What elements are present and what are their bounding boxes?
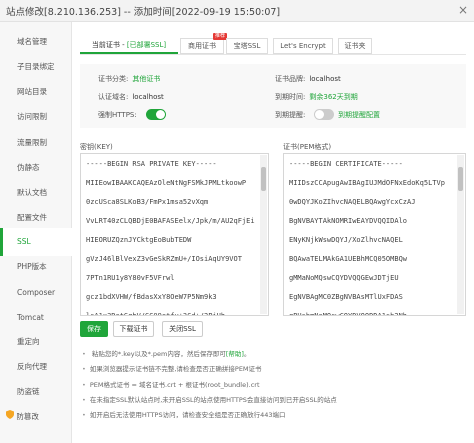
cert-type-value: 其他证书 xyxy=(132,75,161,83)
tip-port-443: 如开启后无法使用HTTPS访问，请检查安全组是否正确放行443端口 xyxy=(82,408,286,422)
cert-domain-row: 认证域名: localhost xyxy=(98,91,164,103)
key-label: 密钥(KEY) xyxy=(80,143,113,151)
force-https-label: 强制HTTPS: xyxy=(98,111,137,119)
sidebar-item-domain[interactable]: 域名管理 xyxy=(0,28,72,56)
key-line: 7PTn1RU1y8Y80vF5VFrwl xyxy=(86,274,175,282)
shield-icon xyxy=(6,403,14,431)
sidebar-item-rewrite[interactable]: 伪静态 xyxy=(0,154,72,182)
cert-expire-row: 到期时间: 剩余362天到期 xyxy=(275,91,358,103)
cert-line: BQAwaTELMAkGA1UEBhMCQ05OMBQw xyxy=(289,255,408,263)
key-line: 0zcUSca8SLKoB3/FmPx1msa52vXqm xyxy=(86,198,209,206)
tab-commercial-cert[interactable]: 商用证书 推荐 xyxy=(180,33,227,54)
tip-pem-format: PEM格式证书 = 域名证书.crt + 根证书(root_bundle).cr… xyxy=(82,378,260,392)
key-line: gVzJ46lBlVexZ3vGeSkRZmU+/IOsiAqUY9VOT xyxy=(86,255,242,263)
window-titlebar: 站点修改[8.210.136.253] -- 添加时间[2022-09-19 1… xyxy=(0,0,474,22)
sidebar-item-label: 防篡改 xyxy=(16,412,39,421)
close-ssl-button[interactable]: 关闭SSL xyxy=(162,321,203,337)
cert-label: 证书(PEM格式) xyxy=(283,143,332,151)
key-line: lsA1x3RetGqhV/GG09etfv+3Cd+/2PjHh xyxy=(86,312,226,316)
key-line: HIEORUZQznJYCktgEoBubTEDW xyxy=(86,236,192,244)
ssl-status-text: [已部署SSL] xyxy=(126,41,167,49)
sidebar-item-subdir[interactable]: 子目录绑定 xyxy=(0,53,72,81)
tabs-divider xyxy=(80,54,466,55)
cert-brand-row: 证书品牌: localhost xyxy=(275,73,341,85)
expire-remind-config-link[interactable]: 到期提醒配置 xyxy=(338,109,380,121)
cert-line: gBHsbmNoMQswCQYDVQQDDA1sb2Nh xyxy=(289,312,408,316)
cert-line: BgNVBAYTAkNOMRIwEAYDVQQIDAlo xyxy=(289,217,408,225)
cert-type-label: 证书分类: xyxy=(98,75,129,83)
close-icon[interactable]: × xyxy=(458,3,468,17)
cert-expire-value: 剩余362天到期 xyxy=(309,93,358,101)
key-line: gcz1bdXVHW/fBdasXxY8OeW7P5Nm9k3 xyxy=(86,293,217,301)
key-textarea[interactable]: -----BEGIN RSA PRIVATE KEY----- MIIEowIB… xyxy=(80,153,269,316)
cert-line: EgNVBAgMC0ZBgNVBAsMTlUxFDAS xyxy=(289,293,403,301)
key-line: -----BEGIN RSA PRIVATE KEY----- xyxy=(86,160,217,168)
key-scrollbar[interactable] xyxy=(260,155,267,314)
key-scroll-thumb[interactable] xyxy=(261,167,266,191)
tip-chain: 如果浏览器提示证书链不完整,请检查是否正确拼接PEM证书 xyxy=(82,362,262,376)
tip-default-site: 在未指定SSL默认站点时,未开启SSL的站点使用HTTPS会直接访问到已开启SS… xyxy=(82,393,337,407)
cert-expire-label: 到期时间: xyxy=(275,93,306,101)
cert-brand-value: localhost xyxy=(309,75,341,83)
key-line: MIIEowIBAAKCAQEAzOleNtNgFSMkJPMLtkoowP xyxy=(86,179,247,187)
sidebar-item-reverse-proxy[interactable]: 反向代理 xyxy=(0,353,72,381)
cert-textarea[interactable]: -----BEGIN CERTIFICATE----- MIIDszCCApug… xyxy=(283,153,466,316)
sidebar-item-redirect[interactable]: 重定向 xyxy=(0,328,72,356)
cert-line: gMMaNoMQswCQYDVQQGEwJDTjEU xyxy=(289,274,399,282)
cert-domain-value: localhost xyxy=(132,93,164,101)
force-https-toggle[interactable] xyxy=(146,109,166,120)
cert-scrollbar[interactable] xyxy=(457,155,464,314)
sidebar-item-hotlink[interactable]: 防盗链 xyxy=(0,378,72,406)
sidebar-item-composer[interactable]: Composer xyxy=(0,279,72,307)
sidebar-item-default-doc[interactable]: 默认文档 xyxy=(0,179,72,207)
cert-scroll-thumb[interactable] xyxy=(458,167,463,191)
sidebar-item-ssl[interactable]: SSL xyxy=(0,228,72,256)
tab-current-cert[interactable]: 当前证书 - [已部署SSL] xyxy=(80,38,178,54)
cert-line: -----BEGIN CERTIFICATE----- xyxy=(289,160,403,168)
tip-paste: 粘贴您的*.key以及*.pem内容，然后保存即可[帮助]。 xyxy=(82,347,251,361)
sidebar-item-traffic-limit[interactable]: 流量限制 xyxy=(0,129,72,157)
window-title: 站点修改[8.210.136.253] -- 添加时间[2022-09-19 1… xyxy=(6,7,281,18)
save-button[interactable]: 保存 xyxy=(80,321,108,337)
tab-cert-folder[interactable]: 证书夹 xyxy=(338,38,372,54)
tab-letsencrypt[interactable]: Let's Encrypt xyxy=(273,38,333,54)
cert-brand-label: 证书品牌: xyxy=(275,75,306,83)
tab-baota-ssl[interactable]: 宝塔SSL xyxy=(226,38,268,54)
sidebar: 域名管理 子目录绑定 网站目录 访问限制 流量限制 伪静态 默认文档 配置文件 … xyxy=(0,22,72,443)
expire-remind-label: 到期提醒: xyxy=(275,111,306,119)
sidebar-item-php-version[interactable]: PHP版本 xyxy=(0,253,72,281)
tab-label: 当前证书 - xyxy=(91,41,127,49)
sidebar-item-access-limit[interactable]: 访问限制 xyxy=(0,103,72,131)
download-cert-button[interactable]: 下载证书 xyxy=(113,321,154,337)
cert-domain-label: 认证域名: xyxy=(98,93,129,101)
cert-line: 0wDQYJKoZIhvcNAQELBQAwgYcxCzAJ xyxy=(289,198,416,206)
cert-line: MIIDszCCApugAwIBAgIUJMdOFNxEdoKq5LTVp xyxy=(289,179,445,187)
key-line: VvLRT40zCLQBDjE0BAFASEelx/Jpk/m/AU2qFjEi xyxy=(86,217,255,225)
cert-type-row: 证书分类: 其他证书 xyxy=(98,73,160,85)
tab-label: 商用证书 xyxy=(188,42,216,50)
sidebar-item-tamper-proof[interactable]: 防篡改 xyxy=(0,403,72,431)
tip-text: 粘贴您的*.key以及*.pem内容，然后保存即可 xyxy=(91,350,226,358)
expire-remind-toggle[interactable] xyxy=(314,109,334,120)
recommend-badge: 推荐 xyxy=(212,33,227,40)
cert-info-panel: 证书分类: 其他证书 证书品牌: localhost 认证域名: localhost … xyxy=(80,64,466,128)
tip-text: 。 xyxy=(243,350,251,358)
help-link[interactable]: [帮助] xyxy=(226,350,244,358)
sidebar-item-site-dir[interactable]: 网站目录 xyxy=(0,78,72,106)
cert-line: ENyKNjkWswDQYJ/XoZlhvcNAQEL xyxy=(289,236,403,244)
